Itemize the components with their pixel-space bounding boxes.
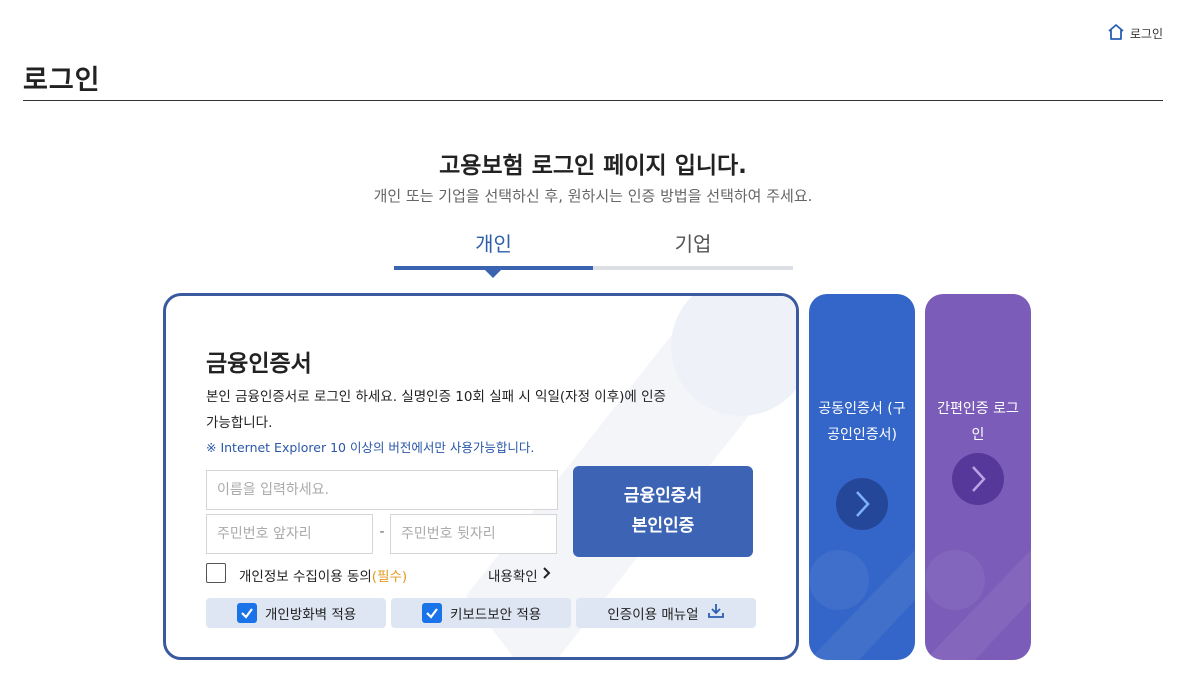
manual-label: 인증이용 매뉴얼 bbox=[607, 607, 699, 623]
keyboard-security-option[interactable]: 키보드보안 적용 bbox=[391, 598, 571, 628]
joint-cert-label: 공동인증서 (구 공인인증서) bbox=[818, 401, 906, 443]
auth-button-line2: 본인인증 bbox=[631, 516, 695, 536]
title-divider bbox=[23, 100, 1163, 101]
card-title: 금융인증서 bbox=[206, 351, 312, 377]
user-type-tabs: 개인 기업 bbox=[394, 226, 793, 278]
rrn-front-input[interactable] bbox=[206, 514, 373, 554]
subline: 개인 또는 기업을 선택하신 후, 원하시는 인증 방법을 선택하여 주세요. bbox=[373, 187, 813, 205]
side-decoration bbox=[809, 550, 915, 660]
rrn-dash: - bbox=[379, 524, 385, 540]
manual-download-button[interactable]: 인증이용 매뉴얼 bbox=[576, 598, 756, 628]
side-decoration bbox=[925, 550, 1031, 660]
home-icon bbox=[1106, 22, 1126, 45]
financial-cert-card: 금융인증서 본인 금융인증서로 로그인 하세요. 실명인증 10회 실패 시 익… bbox=[163, 293, 799, 660]
consent-label-text: 개인정보 수집이용 동의 bbox=[239, 569, 372, 585]
consent-details-link[interactable]: 내용확인 bbox=[488, 565, 552, 585]
consent-details-label: 내용확인 bbox=[488, 569, 538, 585]
check-icon[interactable] bbox=[422, 603, 442, 623]
financial-cert-auth-button[interactable]: 금융인증서 본인인증 bbox=[573, 466, 753, 557]
consent-checkbox[interactable] bbox=[206, 563, 226, 583]
consent-required: (필수) bbox=[371, 569, 408, 585]
chevron-right-icon bbox=[836, 478, 888, 530]
consent-row: 개인정보 수집이용 동의(필수) 내용확인 bbox=[206, 563, 558, 585]
browser-note: ※ Internet Explorer 10 이상의 버전에서만 사용가능합니다… bbox=[206, 440, 535, 455]
top-login-link[interactable]: 로그인 bbox=[1106, 22, 1163, 45]
tab-personal[interactable]: 개인 bbox=[394, 226, 593, 270]
consent-label: 개인정보 수집이용 동의(필수) bbox=[239, 565, 407, 585]
firewall-label: 개인방화벽 적용 bbox=[265, 607, 357, 623]
page-title: 로그인 bbox=[23, 65, 101, 96]
active-tab-indicator bbox=[485, 270, 501, 278]
simple-auth-button[interactable]: 간편인증 로그인 bbox=[925, 294, 1031, 660]
name-input[interactable] bbox=[206, 470, 558, 510]
card-description: 본인 금융인증서로 로그인 하세요. 실명인증 10회 실패 시 익일(자정 이… bbox=[206, 389, 666, 431]
download-icon bbox=[707, 603, 725, 623]
auth-button-line1: 금융인증서 bbox=[623, 486, 703, 506]
top-login-label: 로그인 bbox=[1129, 27, 1163, 41]
headline: 고용보험 로그인 페이지 입니다. bbox=[439, 153, 747, 179]
joint-cert-button[interactable]: 공동인증서 (구 공인인증서) bbox=[809, 294, 915, 660]
chevron-right-icon bbox=[542, 567, 552, 583]
chevron-right-icon bbox=[952, 453, 1004, 505]
firewall-option[interactable]: 개인방화벽 적용 bbox=[206, 598, 386, 628]
check-icon[interactable] bbox=[237, 603, 257, 623]
simple-auth-label: 간편인증 로그인 bbox=[937, 401, 1019, 443]
tab-business[interactable]: 기업 bbox=[593, 226, 793, 270]
rrn-back-input[interactable] bbox=[390, 514, 557, 554]
keyboard-security-label: 키보드보안 적용 bbox=[450, 607, 542, 623]
